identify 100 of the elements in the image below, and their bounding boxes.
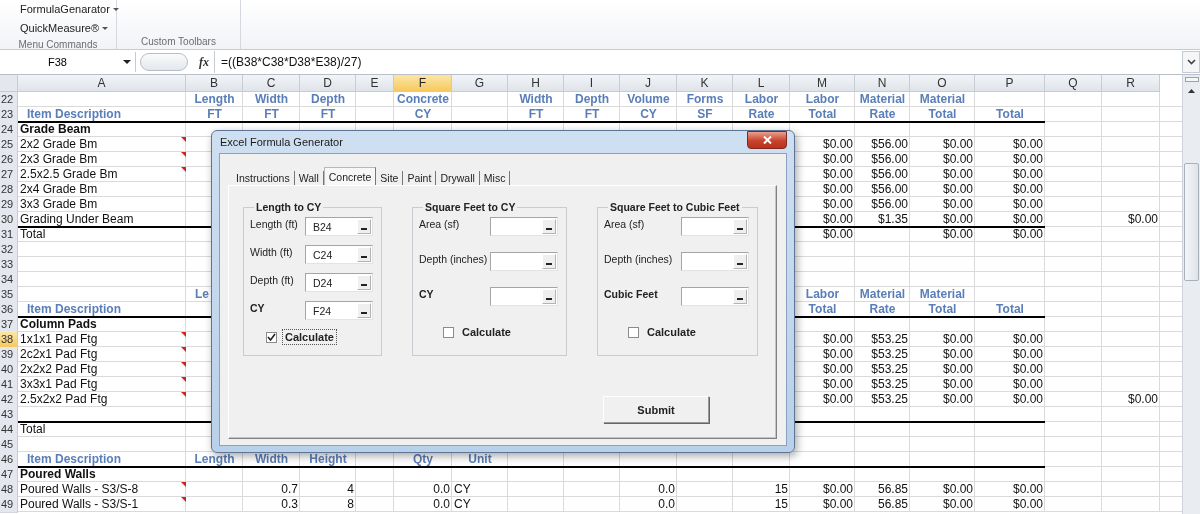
checkbox[interactable] [443, 326, 454, 338]
insert-function-button[interactable]: fx [194, 54, 214, 70]
table-cell: 3x3 Grade Bm [20, 197, 98, 211]
field-label: CY [419, 287, 434, 300]
column-header[interactable]: P [975, 75, 1045, 92]
name-box[interactable]: F38 [0, 52, 136, 72]
table-cell: $53.25 [871, 392, 908, 406]
table-cell: $0.00 [1127, 392, 1158, 406]
column-header[interactable]: E [356, 75, 394, 92]
tab[interactable]: Site [376, 171, 404, 185]
table-cell: FT [584, 107, 600, 121]
collapse-button[interactable] [733, 254, 747, 269]
column-header[interactable]: K [677, 75, 733, 92]
table-cell: $53.25 [871, 347, 908, 361]
row-header[interactable]: 32 [0, 242, 18, 258]
column-header[interactable]: I [564, 75, 620, 92]
row-header[interactable]: 39 [0, 347, 18, 363]
table-cell: 15 [774, 497, 788, 511]
row-header[interactable]: 27 [0, 167, 18, 183]
row-header[interactable]: 36 [0, 302, 18, 318]
row-header[interactable]: 38 [0, 332, 18, 348]
row-header[interactable]: 45 [0, 437, 18, 453]
checkbox-label[interactable]: Calculate [282, 329, 337, 345]
row-header[interactable]: 23 [0, 107, 18, 123]
row-header[interactable]: 25 [0, 137, 18, 153]
checkbox[interactable] [266, 331, 277, 343]
column-header[interactable]: R [1102, 75, 1160, 92]
column-header[interactable]: C [243, 75, 300, 92]
checkbox[interactable] [628, 326, 639, 338]
column-header[interactable]: O [910, 75, 975, 92]
resize-handle[interactable] [140, 53, 188, 71]
table-cell: $53.25 [871, 332, 908, 346]
submit-button[interactable]: Submit [603, 396, 709, 423]
row-header[interactable]: 22 [0, 92, 18, 108]
tab[interactable]: Instructions [232, 171, 295, 185]
row-header[interactable]: 48 [0, 482, 18, 498]
table-cell: Depth [575, 92, 609, 106]
row-header[interactable]: 33 [0, 257, 18, 273]
row-header[interactable]: 41 [0, 377, 18, 393]
column-header[interactable]: L [733, 75, 790, 92]
table-cell: Material [919, 92, 966, 106]
collapse-button[interactable] [357, 303, 371, 318]
collapse-button[interactable] [542, 289, 556, 304]
row-header[interactable]: 26 [0, 152, 18, 168]
column-header[interactable]: F [394, 75, 452, 92]
table-cell: Depth [311, 92, 345, 106]
scrollbar[interactable] [1182, 75, 1200, 514]
column-header[interactable]: J [620, 75, 677, 92]
column-header[interactable]: A [18, 75, 186, 92]
table-cell: Labor [805, 92, 840, 106]
row-header[interactable]: 29 [0, 197, 18, 213]
checkbox-label[interactable]: Calculate [459, 324, 514, 340]
row-header[interactable]: 37 [0, 317, 18, 333]
column-header[interactable]: Q [1045, 75, 1102, 92]
table-cell: Total [996, 302, 1024, 316]
tab[interactable]: Wall [294, 171, 324, 185]
tab[interactable]: Drywall [436, 171, 480, 185]
collapse-button[interactable] [357, 219, 371, 234]
row-header[interactable]: 35 [0, 287, 18, 303]
tab[interactable]: Paint [403, 171, 437, 185]
collapse-button[interactable] [357, 275, 371, 290]
row-header[interactable]: 44 [0, 422, 18, 438]
row-header[interactable]: 46 [0, 452, 18, 468]
column-header[interactable]: N [855, 75, 910, 92]
table-cell: FT [264, 107, 279, 121]
row-header[interactable]: 28 [0, 182, 18, 198]
column-header[interactable]: D [300, 75, 356, 92]
row-header[interactable]: 42 [0, 392, 18, 408]
row-header[interactable]: 31 [0, 227, 18, 243]
scroll-thumb[interactable] [1184, 163, 1199, 281]
table-cell: $0.00 [822, 392, 853, 406]
collapse-button[interactable] [733, 289, 747, 304]
tab[interactable]: Misc [479, 171, 511, 185]
row-header[interactable]: 47 [0, 467, 18, 483]
column-header[interactable]: G [452, 75, 508, 92]
menu-button[interactable]: FormulaGenarator [18, 0, 112, 18]
collapse-button[interactable] [542, 219, 556, 234]
row-header[interactable]: 24 [0, 122, 18, 138]
checkbox-label[interactable]: Calculate [644, 324, 699, 340]
table-cell: $0.00 [822, 377, 853, 391]
menu-button[interactable]: QuickMeasure® [18, 19, 112, 37]
expand-button[interactable] [1182, 51, 1200, 73]
dash-icon [737, 263, 743, 265]
row-header[interactable]: 43 [0, 407, 18, 423]
tab[interactable]: Concrete [323, 167, 377, 185]
table-cell: $0.00 [942, 482, 973, 496]
row-header[interactable]: 49 [0, 497, 18, 513]
collapse-button[interactable] [733, 219, 747, 234]
column-header[interactable]: M [790, 75, 855, 92]
close-button[interactable] [747, 131, 787, 149]
table-cell: $0.00 [822, 182, 853, 196]
row-header[interactable]: 30 [0, 212, 18, 228]
row-header[interactable]: 40 [0, 362, 18, 378]
field-label: Area (sf) [604, 217, 645, 230]
row-header[interactable]: 34 [0, 272, 18, 288]
column-header[interactable]: B [186, 75, 243, 92]
collapse-button[interactable] [542, 254, 556, 269]
field-label: Width (ft) [250, 245, 293, 258]
column-header[interactable]: H [508, 75, 564, 92]
collapse-button[interactable] [357, 247, 371, 262]
